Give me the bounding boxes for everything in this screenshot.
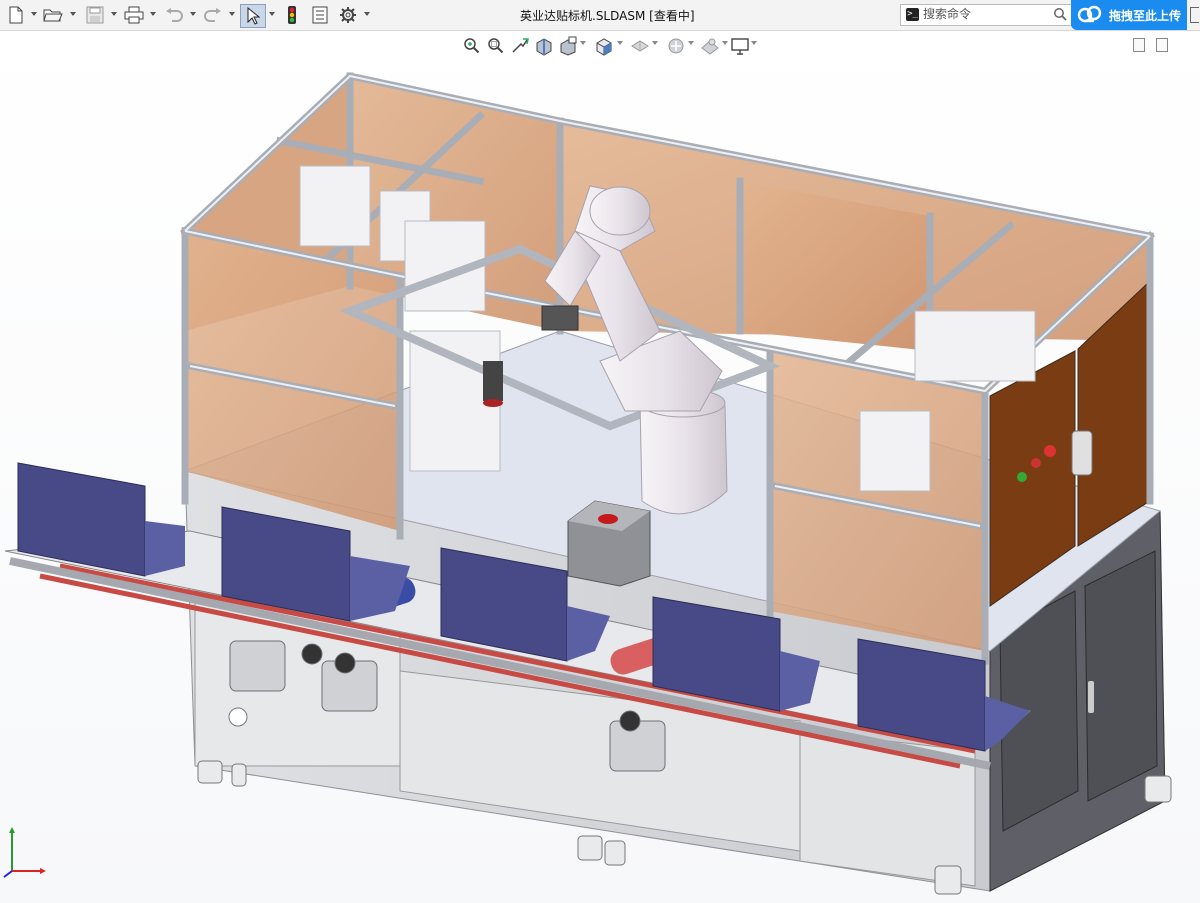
new-document-icon[interactable] — [6, 4, 26, 26]
title-bar: 英业达贴标机.SLDASM [查看中] >_ 拖拽至此上传 — [0, 0, 1200, 31]
options-gear-icon[interactable] — [337, 4, 359, 26]
new-dropdown-icon[interactable] — [31, 12, 37, 16]
search-icon[interactable] — [1053, 7, 1067, 24]
upload-label: 拖拽至此上传 — [1109, 8, 1182, 23]
upload-drop-button[interactable]: 拖拽至此上传 — [1071, 0, 1187, 30]
redo-dropdown-icon[interactable] — [229, 12, 235, 16]
command-search[interactable]: >_ — [900, 4, 1072, 26]
cloud-icon — [1077, 5, 1103, 26]
label-box — [567, 500, 651, 587]
undo-dropdown-icon[interactable] — [190, 12, 196, 16]
undo-icon[interactable] — [163, 4, 185, 26]
traffic-light-icon[interactable] — [282, 4, 302, 26]
assembly-model[interactable] — [0, 31, 1200, 903]
window-title: 英业达贴标机.SLDASM [查看中] — [520, 9, 695, 23]
camera-unit — [483, 361, 503, 401]
file-properties-icon[interactable] — [309, 4, 331, 26]
open-folder-icon[interactable] — [42, 4, 64, 26]
graphics-viewport[interactable] — [0, 31, 1200, 903]
select-dropdown-icon[interactable] — [269, 12, 275, 16]
options-dropdown-icon[interactable] — [364, 12, 370, 16]
save-dropdown-icon[interactable] — [111, 12, 117, 16]
print-icon[interactable] — [123, 4, 145, 26]
window-edge-icon[interactable] — [1190, 7, 1199, 23]
redo-icon[interactable] — [202, 4, 224, 26]
axis-triad-icon — [2, 811, 50, 884]
save-icon[interactable] — [84, 4, 106, 26]
command-prompt-icon: >_ — [906, 8, 919, 21]
print-dropdown-icon[interactable] — [150, 12, 156, 16]
open-dropdown-icon[interactable] — [70, 12, 76, 16]
search-input[interactable] — [923, 6, 1048, 22]
select-pointer-icon[interactable] — [240, 4, 266, 28]
